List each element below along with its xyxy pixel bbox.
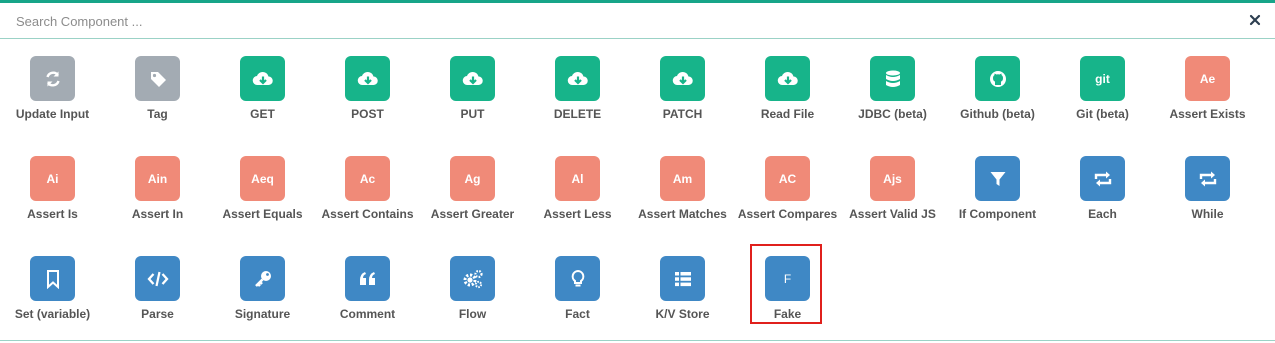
cloud-download-icon bbox=[450, 56, 495, 101]
component-label: Assert Exists bbox=[1169, 107, 1246, 121]
component-comment[interactable]: Comment bbox=[315, 240, 420, 340]
cloud-download-icon bbox=[660, 56, 705, 101]
component-update-input[interactable]: Update Input bbox=[0, 40, 105, 140]
component-assert-contains[interactable]: Ac Assert Contains bbox=[315, 140, 420, 240]
component-label: While bbox=[1191, 207, 1224, 221]
component-git-beta[interactable]: git Git (beta) bbox=[1050, 40, 1155, 140]
assert-text-icon: Ain bbox=[135, 156, 180, 201]
component-grid: Update Input Tag GET POST PUT DELETE PATCH Read… bbox=[0, 40, 1275, 340]
quote-icon bbox=[345, 256, 390, 301]
filter-icon bbox=[975, 156, 1020, 201]
close-icon bbox=[1249, 14, 1261, 26]
cloud-download-icon bbox=[765, 56, 810, 101]
cloud-download-icon bbox=[240, 56, 285, 101]
icon-text: Ac bbox=[359, 171, 376, 186]
component-assert-is[interactable]: Ai Assert Is bbox=[0, 140, 105, 240]
bottom-divider bbox=[0, 340, 1275, 341]
github-icon bbox=[975, 56, 1020, 101]
assert-text-icon: Am bbox=[660, 156, 705, 201]
assert-text-icon: Ac bbox=[345, 156, 390, 201]
tag-icon bbox=[135, 56, 180, 101]
cloud-download-icon bbox=[555, 56, 600, 101]
icon-text: Am bbox=[672, 171, 693, 186]
icon-text: Ain bbox=[147, 171, 168, 186]
refresh-icon bbox=[30, 56, 75, 101]
component-assert-in[interactable]: Ain Assert In bbox=[105, 140, 210, 240]
component-put[interactable]: PUT bbox=[420, 40, 525, 140]
search-input[interactable] bbox=[6, 7, 1226, 35]
component-each[interactable]: Each bbox=[1050, 140, 1155, 240]
component-fact[interactable]: Fact bbox=[525, 240, 630, 340]
cloud-download-icon bbox=[345, 56, 390, 101]
assert-text-icon: Ag bbox=[450, 156, 495, 201]
component-if-component[interactable]: If Component bbox=[945, 140, 1050, 240]
bookmark-icon bbox=[30, 256, 75, 301]
component-assert-equals[interactable]: Aeq Assert Equals bbox=[210, 140, 315, 240]
search-bar bbox=[0, 3, 1275, 39]
assert-text-icon: Al bbox=[555, 156, 600, 201]
icon-text: AC bbox=[778, 171, 797, 186]
component-jdbc-beta[interactable]: JDBC (beta) bbox=[840, 40, 945, 140]
component-while[interactable]: While bbox=[1155, 140, 1260, 240]
component-assert-valid-js[interactable]: Ajs Assert Valid JS bbox=[840, 140, 945, 240]
icon-text: Ae bbox=[1199, 71, 1216, 86]
component-flow[interactable]: Flow bbox=[420, 240, 525, 340]
close-button[interactable] bbox=[1245, 10, 1265, 30]
code-icon bbox=[135, 256, 180, 301]
loop-icon bbox=[1080, 156, 1125, 201]
icon-text: Aeq bbox=[251, 171, 274, 186]
list-icon bbox=[660, 256, 705, 301]
icon-text: Ajs bbox=[883, 171, 902, 186]
assert-text-icon: Ae bbox=[1185, 56, 1230, 101]
component-signature[interactable]: Signature bbox=[210, 240, 315, 340]
component-github-beta[interactable]: Github (beta) bbox=[945, 40, 1050, 140]
component-tag[interactable]: Tag bbox=[105, 40, 210, 140]
icon-text: git bbox=[1095, 71, 1110, 86]
component-delete[interactable]: DELETE bbox=[525, 40, 630, 140]
component-assert-compares[interactable]: AC Assert Compares bbox=[735, 140, 840, 240]
component-assert-exists[interactable]: Ae Assert Exists bbox=[1155, 40, 1260, 140]
component-assert-matches[interactable]: Am Assert Matches bbox=[630, 140, 735, 240]
loop-icon bbox=[1185, 156, 1230, 201]
git-text-icon: git bbox=[1080, 56, 1125, 101]
database-icon bbox=[870, 56, 915, 101]
component-assert-greater[interactable]: Ag Assert Greater bbox=[420, 140, 525, 240]
component-get[interactable]: GET bbox=[210, 40, 315, 140]
assert-text-icon: AC bbox=[765, 156, 810, 201]
component-assert-less[interactable]: Al Assert Less bbox=[525, 140, 630, 240]
selection-highlight bbox=[750, 244, 822, 324]
gears-icon bbox=[450, 256, 495, 301]
icon-text: Al bbox=[571, 171, 584, 186]
component-patch[interactable]: PATCH bbox=[630, 40, 735, 140]
component-post[interactable]: POST bbox=[315, 40, 420, 140]
icon-text: Ag bbox=[464, 171, 481, 186]
component-parse[interactable]: Parse bbox=[105, 240, 210, 340]
key-icon bbox=[240, 256, 285, 301]
icon-text: Ai bbox=[46, 171, 59, 186]
assert-text-icon: Ai bbox=[30, 156, 75, 201]
component-set-variable[interactable]: Set (variable) bbox=[0, 240, 105, 340]
component-k-v-store[interactable]: K/V Store bbox=[630, 240, 735, 340]
assert-text-icon: Ajs bbox=[870, 156, 915, 201]
lightbulb-icon bbox=[555, 256, 600, 301]
assert-text-icon: Aeq bbox=[240, 156, 285, 201]
component-read-file[interactable]: Read File bbox=[735, 40, 840, 140]
